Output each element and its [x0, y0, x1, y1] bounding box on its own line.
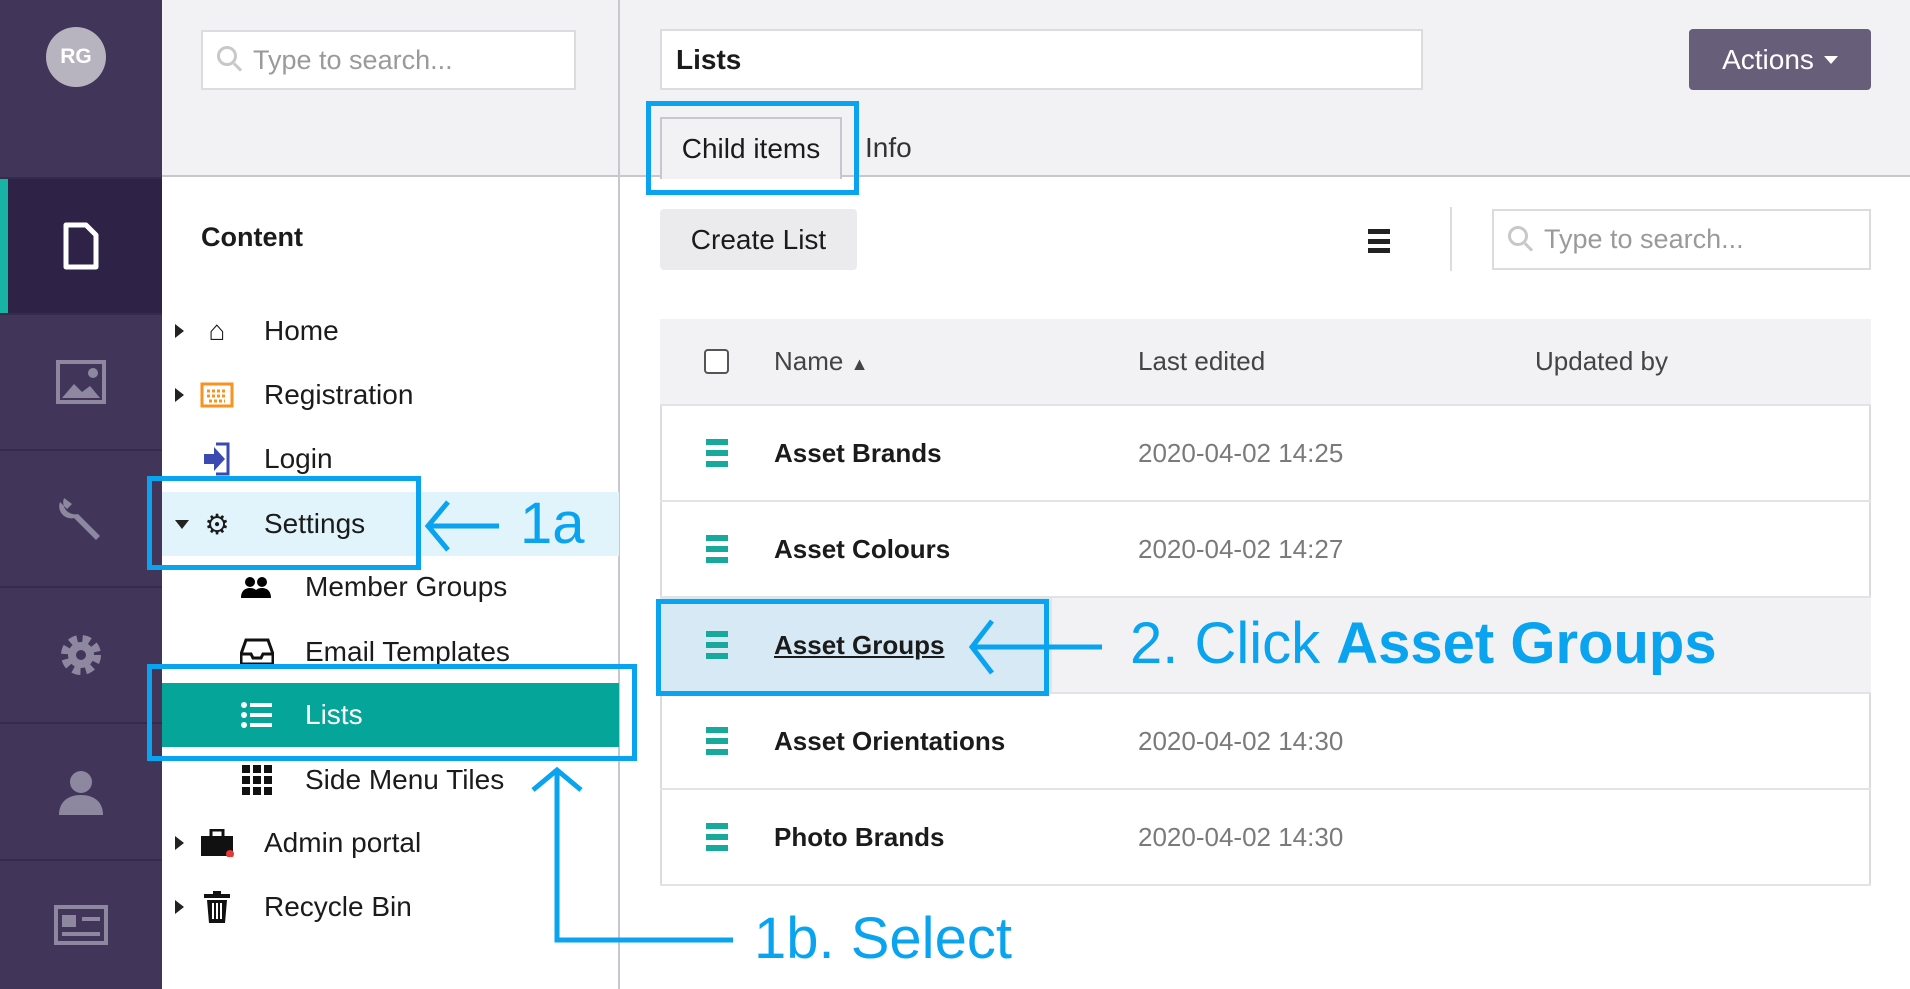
- annotation-step-2-prefix: 2. Click: [1130, 611, 1337, 676]
- annotation-arrows: [424, 500, 1102, 943]
- annotation-step-1b: 1b. Select: [754, 906, 1012, 971]
- annotation-step-2-target: Asset Groups: [1336, 611, 1717, 676]
- annotation-step-2: 2. Click Asset Groups: [1130, 610, 1717, 677]
- annotation-step-1a: 1a: [520, 491, 585, 556]
